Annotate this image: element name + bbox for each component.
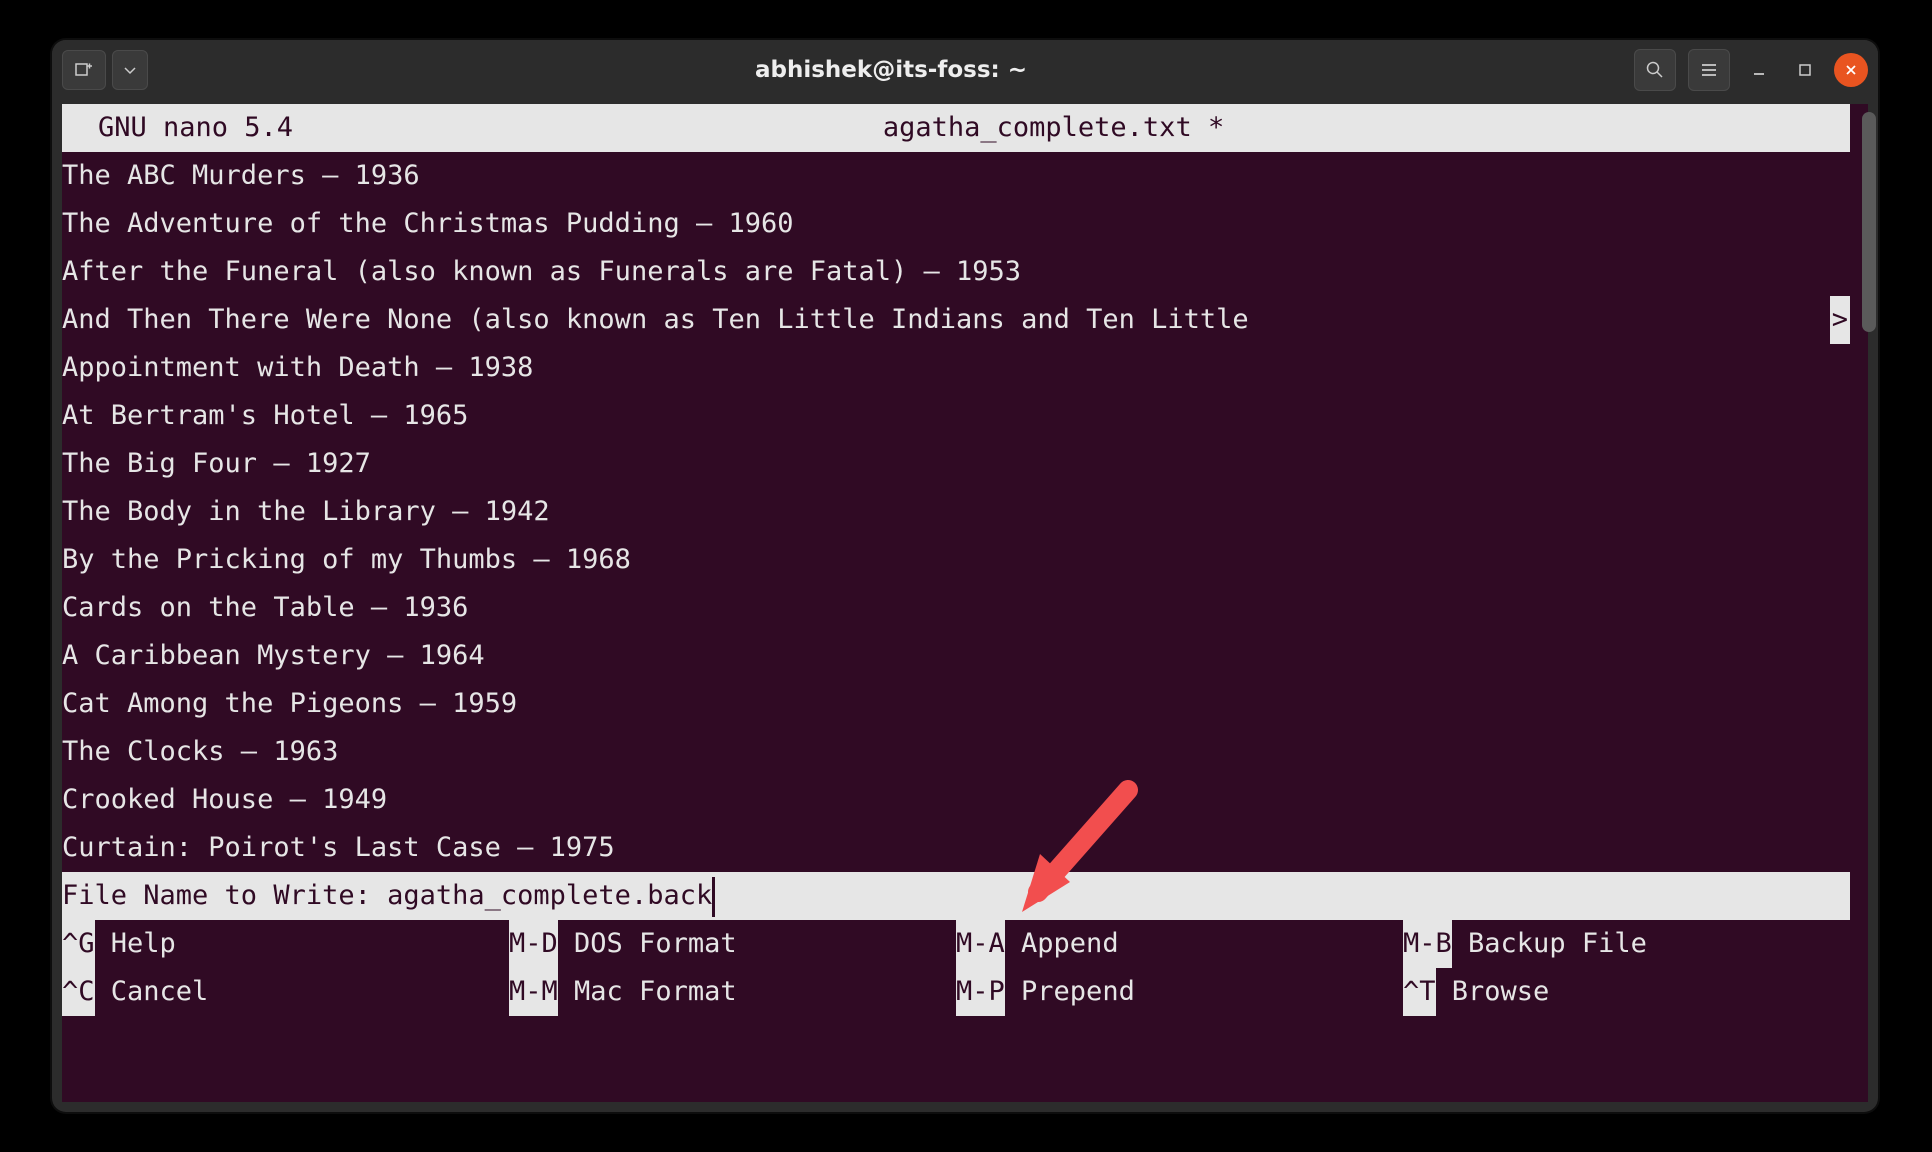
titlebar-right-controls xyxy=(1634,49,1868,91)
nano-shortcut-key: M-A xyxy=(956,920,1005,968)
nano-shortcut-key: M-P xyxy=(956,968,1005,1016)
nano-save-prompt[interactable]: File Name to Write: agatha_complete.back xyxy=(62,872,1850,920)
nano-text-line[interactable]: The Adventure of the Christmas Pudding –… xyxy=(62,200,1850,248)
nano-editor: GNU nano 5.4 agatha_complete.txt * The A… xyxy=(62,104,1850,1102)
terminal-window: abhishek@its-foss: ~ GNU nano 5.4 agatha xyxy=(52,40,1878,1112)
nano-app-name: GNU nano 5.4 xyxy=(62,104,293,152)
nano-prompt-label: File Name to Write: xyxy=(62,880,387,911)
nano-shortcut-key: ^G xyxy=(62,920,95,968)
maximize-button[interactable] xyxy=(1788,53,1822,87)
nano-text-line[interactable]: Appointment with Death – 1938 xyxy=(62,344,1850,392)
nano-shortcut: M-D DOS Format xyxy=(509,920,956,968)
nano-header: GNU nano 5.4 agatha_complete.txt * xyxy=(62,104,1850,152)
nano-text-line[interactable]: Cards on the Table – 1936 xyxy=(62,584,1850,632)
menu-button[interactable] xyxy=(1688,49,1730,91)
nano-shortcut-key: M-M xyxy=(509,968,558,1016)
window-title: abhishek@its-foss: ~ xyxy=(755,57,1027,83)
chevron-down-icon xyxy=(123,63,137,77)
minimize-icon xyxy=(1752,63,1766,77)
nano-text-line[interactable]: A Caribbean Mystery – 1964 xyxy=(62,632,1850,680)
nano-shortcut-label: Mac Format xyxy=(558,968,737,1016)
new-tab-icon xyxy=(74,60,94,80)
nano-content[interactable]: The ABC Murders – 1936The Adventure of t… xyxy=(62,152,1850,872)
nano-shortcut-row-1: ^G HelpM-D DOS FormatM-A AppendM-B Backu… xyxy=(62,920,1850,968)
new-tab-button[interactable] xyxy=(62,50,106,90)
minimize-button[interactable] xyxy=(1742,53,1776,87)
nano-shortcut-key: ^C xyxy=(62,968,95,1016)
nano-shortcut-label: Append xyxy=(1005,920,1119,968)
nano-text-line[interactable]: After the Funeral (also known as Funeral… xyxy=(62,248,1850,296)
nano-shortcut: M-P Prepend xyxy=(956,968,1403,1016)
nano-shortcut-label: DOS Format xyxy=(558,920,737,968)
search-button[interactable] xyxy=(1634,49,1676,91)
nano-text-line[interactable]: At Bertram's Hotel – 1965 xyxy=(62,392,1850,440)
nano-shortcut-label: Backup File xyxy=(1452,920,1647,968)
nano-text-line[interactable]: Crooked House – 1949 xyxy=(62,776,1850,824)
titlebar-left-controls xyxy=(62,50,148,90)
maximize-icon xyxy=(1798,63,1812,77)
nano-shortcut: M-A Append xyxy=(956,920,1403,968)
nano-text-line[interactable]: By the Pricking of my Thumbs – 1968 xyxy=(62,536,1850,584)
nano-shortcut: ^G Help xyxy=(62,920,509,968)
nano-text-line[interactable]: And Then There Were None (also known as … xyxy=(62,296,1850,344)
nano-shortcut-key: ^T xyxy=(1403,968,1436,1016)
close-icon xyxy=(1844,63,1858,77)
nano-text-line[interactable]: The ABC Murders – 1936 xyxy=(62,152,1850,200)
nano-text-line[interactable]: The Clocks – 1963 xyxy=(62,728,1850,776)
nano-line-overflow-marker: > xyxy=(1830,296,1850,344)
search-icon xyxy=(1645,60,1665,80)
nano-shortcut: M-B Backup File xyxy=(1403,920,1850,968)
nano-shortcut-label: Help xyxy=(95,920,176,968)
nano-shortcut: ^C Cancel xyxy=(62,968,509,1016)
text-cursor xyxy=(712,877,715,917)
nano-text-line[interactable]: Cat Among the Pigeons – 1959 xyxy=(62,680,1850,728)
nano-shortcut: M-M Mac Format xyxy=(509,968,956,1016)
nano-text-line[interactable]: The Body in the Library – 1942 xyxy=(62,488,1850,536)
nano-shortcut-key: M-B xyxy=(1403,920,1452,968)
nano-text-line[interactable]: Curtain: Poirot's Last Case – 1975 xyxy=(62,824,1850,872)
nano-shortcut-key: M-D xyxy=(509,920,558,968)
terminal-viewport[interactable]: GNU nano 5.4 agatha_complete.txt * The A… xyxy=(62,104,1868,1102)
nano-shortcut: ^T Browse xyxy=(1403,968,1850,1016)
nano-shortcut-label: Prepend xyxy=(1005,968,1135,1016)
window-titlebar: abhishek@its-foss: ~ xyxy=(52,40,1878,100)
nano-shortcut-label: Browse xyxy=(1436,968,1550,1016)
hamburger-icon xyxy=(1699,60,1719,80)
tab-dropdown-button[interactable] xyxy=(112,50,148,90)
nano-shortcut-row-2: ^C CancelM-M Mac FormatM-P Prepend^T Bro… xyxy=(62,968,1850,1016)
nano-text-line[interactable]: The Big Four – 1927 xyxy=(62,440,1850,488)
scrollbar-thumb[interactable] xyxy=(1862,112,1876,332)
nano-shortcut-label: Cancel xyxy=(95,968,209,1016)
nano-prompt-value: agatha_complete.back xyxy=(387,880,712,911)
nano-filename: agatha_complete.txt * xyxy=(293,104,1814,152)
close-button[interactable] xyxy=(1834,53,1868,87)
